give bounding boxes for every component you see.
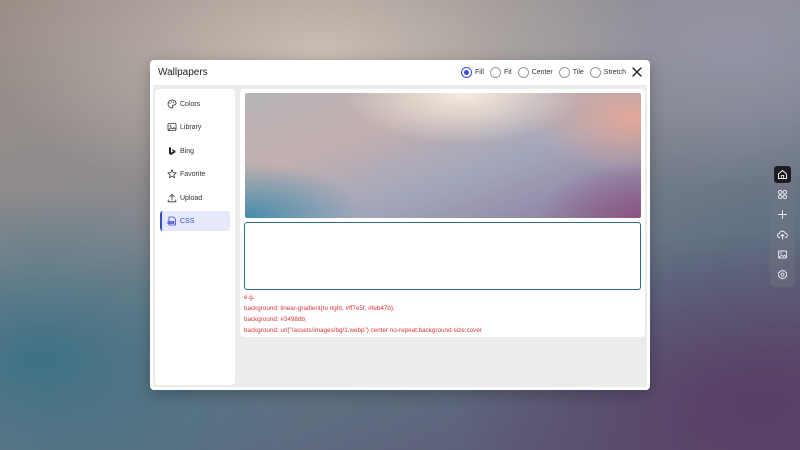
fit-option-label: Center [531,68,553,76]
css-hint-line: e.g. [244,294,255,301]
css-file-icon: CSS [167,216,177,226]
sidebar-item-label: Bing [180,147,195,155]
dialog-body: Colors Library Bing Favorite Upload CSS … [153,85,647,387]
wallpaper-preview [245,93,641,218]
upload-icon [167,193,177,203]
fit-option-label: Tile [572,68,584,76]
cloud-upload-icon [777,230,788,240]
sidebar-item-favorite[interactable]: Favorite [160,164,230,184]
svg-text:CSS: CSS [168,221,173,225]
wallpapers-dialog: Wallpapers Fill Fit Center Tile Stretch [150,60,650,390]
sync-button[interactable] [774,226,791,243]
close-button[interactable] [631,65,643,77]
apps-icon [777,189,788,200]
wallpaper-button[interactable] [774,246,791,263]
palette-icon [167,99,177,109]
css-hint-line: background: #3498db; [244,316,307,323]
fit-radio[interactable] [489,66,501,78]
sidebar-item-bing[interactable]: Bing [160,141,230,161]
fit-option-label: Stretch [603,68,626,76]
home-icon [778,170,787,179]
apps-button[interactable] [774,186,791,203]
add-button[interactable] [774,206,791,223]
fit-mode-options: Fill Fit Center Tile Stretch [461,66,632,78]
fit-option-fit[interactable]: Fit [489,66,512,78]
fit-option-tile[interactable]: Tile [558,66,584,78]
fit-option-center[interactable]: Center [517,66,553,78]
sidebar-item-colors[interactable]: Colors [160,94,230,114]
fit-option-fill[interactable]: Fill [461,66,484,78]
wallpaper-icon [778,250,787,259]
sidebar-item-library[interactable]: Library [160,117,230,137]
image-icon [167,122,177,132]
settings-button[interactable] [774,266,791,283]
fit-option-label: Fill [475,68,484,76]
sidebar-item-css[interactable]: CSS CSS [160,211,230,231]
stretch-radio[interactable] [589,66,601,78]
fit-option-stretch[interactable]: Stretch [589,66,626,78]
tile-radio[interactable] [558,66,570,78]
gear-icon [777,269,788,280]
css-panel: e.g. background: linear-gradient(to righ… [240,89,645,337]
close-icon [632,67,642,77]
css-hint-line: background: linear-gradient(to right, #f… [244,305,395,312]
sidebar-item-label: Colors [180,100,201,108]
sidebar-item-label: CSS [180,217,195,225]
sidebar-item-upload[interactable]: Upload [160,188,230,208]
fit-option-label: Fit [503,68,512,76]
dialog-title: Wallpapers [158,67,208,78]
css-input[interactable] [244,222,641,290]
fill-radio[interactable] [461,66,472,78]
star-icon [167,169,177,179]
center-radio[interactable] [517,66,529,78]
right-toolbar [770,163,795,287]
sidebar-item-label: Library [180,123,202,131]
css-hint-line: background: url("/assets/images/bg/1.web… [244,327,482,334]
sidebar-item-label: Upload [180,194,203,202]
plus-icon [778,210,787,219]
bing-icon [167,146,177,156]
sidebar-item-label: Favorite [180,170,206,178]
home-button[interactable] [774,166,791,183]
wallpaper-source-sidebar: Colors Library Bing Favorite Upload CSS … [155,89,235,385]
